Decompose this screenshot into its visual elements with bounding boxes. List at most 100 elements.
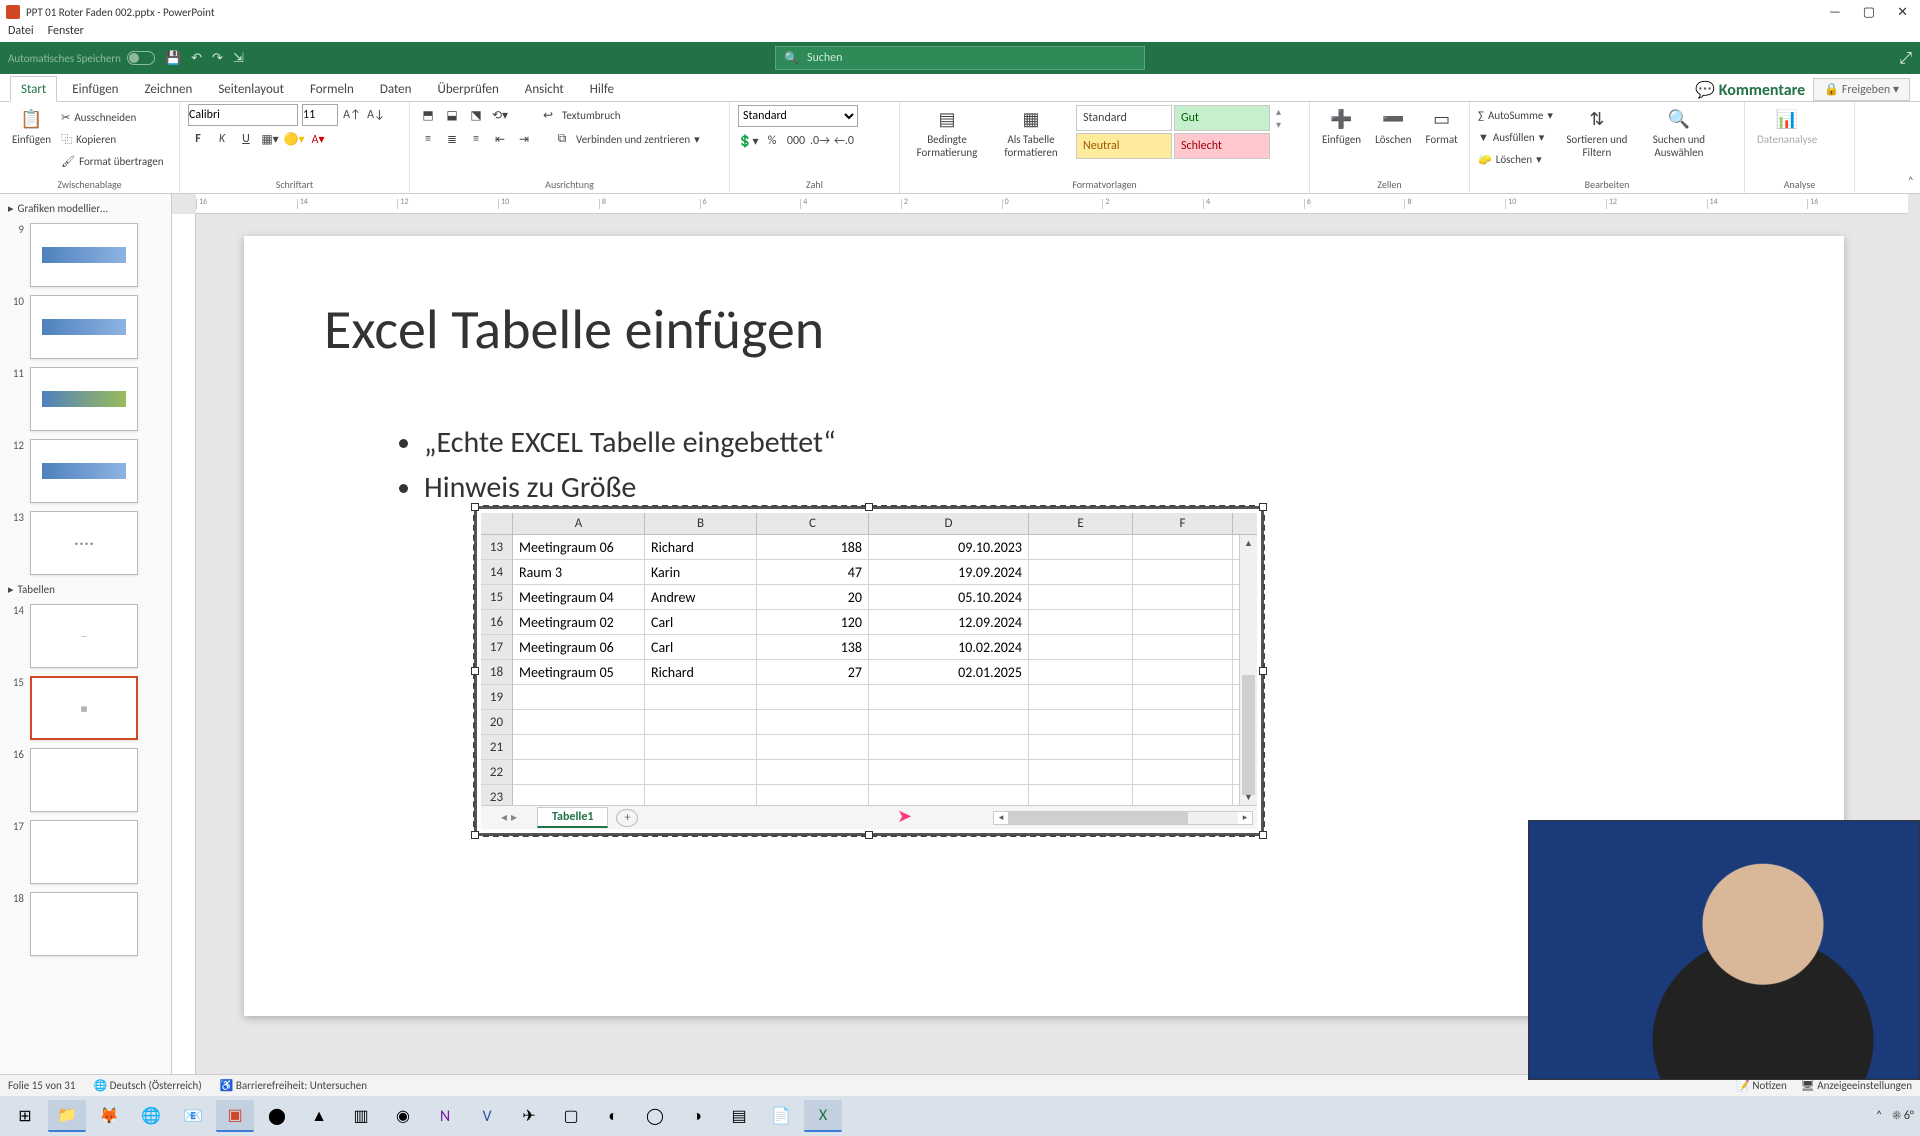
excel-cell[interactable]: 27 bbox=[757, 660, 869, 684]
decrease-decimal-icon[interactable]: ←.0 bbox=[834, 131, 854, 151]
taskbar-app5-icon[interactable]: ◯ bbox=[636, 1100, 674, 1132]
excel-cell[interactable]: Meetingraum 02 bbox=[513, 610, 645, 634]
scroll-down-icon[interactable]: ▼ bbox=[1240, 789, 1257, 805]
excel-cell[interactable]: Meetingraum 06 bbox=[513, 635, 645, 659]
excel-cell[interactable] bbox=[1133, 760, 1233, 784]
tab-einfuegen[interactable]: Einfügen bbox=[61, 76, 129, 101]
style-standard[interactable]: Standard bbox=[1076, 105, 1172, 131]
bold-button[interactable]: F bbox=[188, 129, 208, 149]
slide-thumbnail-14[interactable]: 14— bbox=[2, 600, 169, 672]
excel-horizontal-scrollbar[interactable]: ◂ ▸ bbox=[993, 811, 1253, 825]
hscroll-thumb[interactable] bbox=[1008, 812, 1188, 824]
excel-cell[interactable]: 12.09.2024 bbox=[869, 610, 1029, 634]
excel-cell[interactable] bbox=[1133, 785, 1233, 805]
align-center-icon[interactable]: ≣ bbox=[442, 129, 462, 149]
excel-cell[interactable] bbox=[757, 785, 869, 805]
excel-cell[interactable] bbox=[1029, 585, 1133, 609]
notes-button[interactable]: 📝 Notizen bbox=[1736, 1079, 1787, 1092]
excel-cell[interactable] bbox=[513, 685, 645, 709]
excel-cell[interactable]: Meetingraum 06 bbox=[513, 535, 645, 559]
excel-cell[interactable]: Andrew bbox=[645, 585, 757, 609]
resize-handle-s[interactable] bbox=[865, 831, 873, 839]
excel-row[interactable] bbox=[513, 760, 1239, 785]
wrap-text-icon[interactable]: ↩ bbox=[538, 105, 558, 125]
excel-cell[interactable] bbox=[1133, 635, 1233, 659]
taskbar-outlook-icon[interactable]: 📧 bbox=[174, 1100, 212, 1132]
accessibility-status[interactable]: ♿ Barrierefreiheit: Untersuchen bbox=[220, 1079, 367, 1092]
excel-row[interactable] bbox=[513, 710, 1239, 735]
excel-cell[interactable] bbox=[1029, 635, 1133, 659]
excel-cell[interactable] bbox=[1133, 685, 1233, 709]
autosum-button[interactable]: ∑AutoSumme▾ bbox=[1478, 105, 1553, 125]
excel-cell[interactable]: 09.10.2023 bbox=[869, 535, 1029, 559]
excel-row[interactable]: Meetingraum 06Carl13810.02.2024 bbox=[513, 635, 1239, 660]
row-header[interactable]: 23 bbox=[481, 785, 512, 805]
excel-cell[interactable]: Meetingraum 04 bbox=[513, 585, 645, 609]
excel-row[interactable] bbox=[513, 785, 1239, 805]
excel-cell[interactable] bbox=[513, 710, 645, 734]
display-settings-button[interactable]: 🖥 Anzeigeeinstellungen bbox=[1801, 1079, 1912, 1092]
excel-cell[interactable] bbox=[1029, 785, 1133, 805]
autosave-toggle[interactable]: Automatisches Speichern bbox=[8, 51, 155, 65]
clear-button[interactable]: 🧽Löschen▾ bbox=[1478, 149, 1553, 169]
excel-cell[interactable]: Meetingraum 05 bbox=[513, 660, 645, 684]
taskbar-visio-icon[interactable]: V bbox=[468, 1100, 506, 1132]
minimize-button[interactable]: — bbox=[1829, 5, 1841, 20]
align-middle-icon[interactable]: ⬓ bbox=[442, 105, 462, 125]
excel-cell[interactable] bbox=[645, 685, 757, 709]
excel-cell[interactable] bbox=[757, 685, 869, 709]
excel-row[interactable]: Raum 3Karin4719.09.2024 bbox=[513, 560, 1239, 585]
excel-cell-grid[interactable]: Meetingraum 06Richard18809.10.2023Raum 3… bbox=[513, 535, 1239, 805]
underline-button[interactable]: U bbox=[236, 129, 256, 149]
redo-icon[interactable]: ↷ bbox=[212, 51, 223, 66]
currency-icon[interactable]: 💲▾ bbox=[738, 131, 758, 151]
menu-datei[interactable]: Datei bbox=[8, 24, 34, 42]
wrap-text-label[interactable]: Textumbruch bbox=[562, 109, 621, 122]
close-button[interactable]: ✕ bbox=[1897, 5, 1908, 20]
slide-counter[interactable]: Folie 15 von 31 bbox=[8, 1079, 75, 1092]
font-color-button[interactable]: A▾ bbox=[308, 129, 328, 149]
excel-cell[interactable]: 47 bbox=[757, 560, 869, 584]
paste-button[interactable]: 📋 Einfügen bbox=[8, 105, 55, 148]
align-top-icon[interactable]: ⬒ bbox=[418, 105, 438, 125]
tab-ansicht[interactable]: Ansicht bbox=[514, 76, 575, 101]
merge-icon[interactable]: ⧉ bbox=[552, 129, 572, 149]
excel-cell[interactable]: 120 bbox=[757, 610, 869, 634]
slide-thumbnail-16[interactable]: 16 bbox=[2, 744, 169, 816]
excel-cell[interactable]: Carl bbox=[645, 635, 757, 659]
excel-row[interactable] bbox=[513, 735, 1239, 760]
excel-cell[interactable]: 02.01.2025 bbox=[869, 660, 1029, 684]
start-button[interactable]: ⊞ bbox=[6, 1100, 44, 1132]
add-sheet-button[interactable]: + bbox=[616, 809, 638, 827]
slide-thumbnail-panel[interactable]: ▸ Grafiken modellier… 9 10 11 12 13• • •… bbox=[0, 194, 172, 1074]
row-header[interactable]: 13 bbox=[481, 535, 512, 560]
tab-ueberpruefen[interactable]: Überprüfen bbox=[426, 76, 509, 101]
excel-cell[interactable] bbox=[1029, 735, 1133, 759]
excel-cell[interactable]: Richard bbox=[645, 535, 757, 559]
indent-increase-icon[interactable]: ⇥ bbox=[514, 129, 534, 149]
font-name-input[interactable] bbox=[188, 104, 298, 126]
orientation-icon[interactable]: ⟲▾ bbox=[490, 105, 510, 125]
number-format-select[interactable]: Standard bbox=[738, 105, 858, 127]
excel-cell[interactable] bbox=[1133, 660, 1233, 684]
excel-cell[interactable] bbox=[869, 685, 1029, 709]
chevron-down-icon[interactable]: ▾ bbox=[694, 133, 700, 146]
taskbar-app7-icon[interactable]: ▤ bbox=[720, 1100, 758, 1132]
collapse-ribbon-icon[interactable]: ˄ bbox=[1908, 175, 1914, 189]
tab-formeln[interactable]: Formeln bbox=[299, 76, 365, 101]
excel-cell[interactable] bbox=[1029, 760, 1133, 784]
excel-cell[interactable] bbox=[645, 735, 757, 759]
col-header-D[interactable]: D bbox=[869, 513, 1029, 534]
excel-cell[interactable] bbox=[645, 760, 757, 784]
taskbar-chrome-icon[interactable]: 🌐 bbox=[132, 1100, 170, 1132]
excel-row[interactable]: Meetingraum 02Carl12012.09.2024 bbox=[513, 610, 1239, 635]
align-bottom-icon[interactable]: ⬔ bbox=[466, 105, 486, 125]
excel-cell[interactable]: Karin bbox=[645, 560, 757, 584]
delete-cells-button[interactable]: ➖Löschen bbox=[1371, 105, 1415, 148]
excel-cell[interactable]: 19.09.2024 bbox=[869, 560, 1029, 584]
share-button[interactable]: 🔒 Freigeben ▾ bbox=[1813, 78, 1910, 101]
excel-cell[interactable] bbox=[1029, 685, 1133, 709]
taskbar-app6-icon[interactable]: ◑ bbox=[678, 1100, 716, 1132]
excel-cell[interactable] bbox=[1133, 710, 1233, 734]
taskbar-telegram-icon[interactable]: ✈ bbox=[510, 1100, 548, 1132]
